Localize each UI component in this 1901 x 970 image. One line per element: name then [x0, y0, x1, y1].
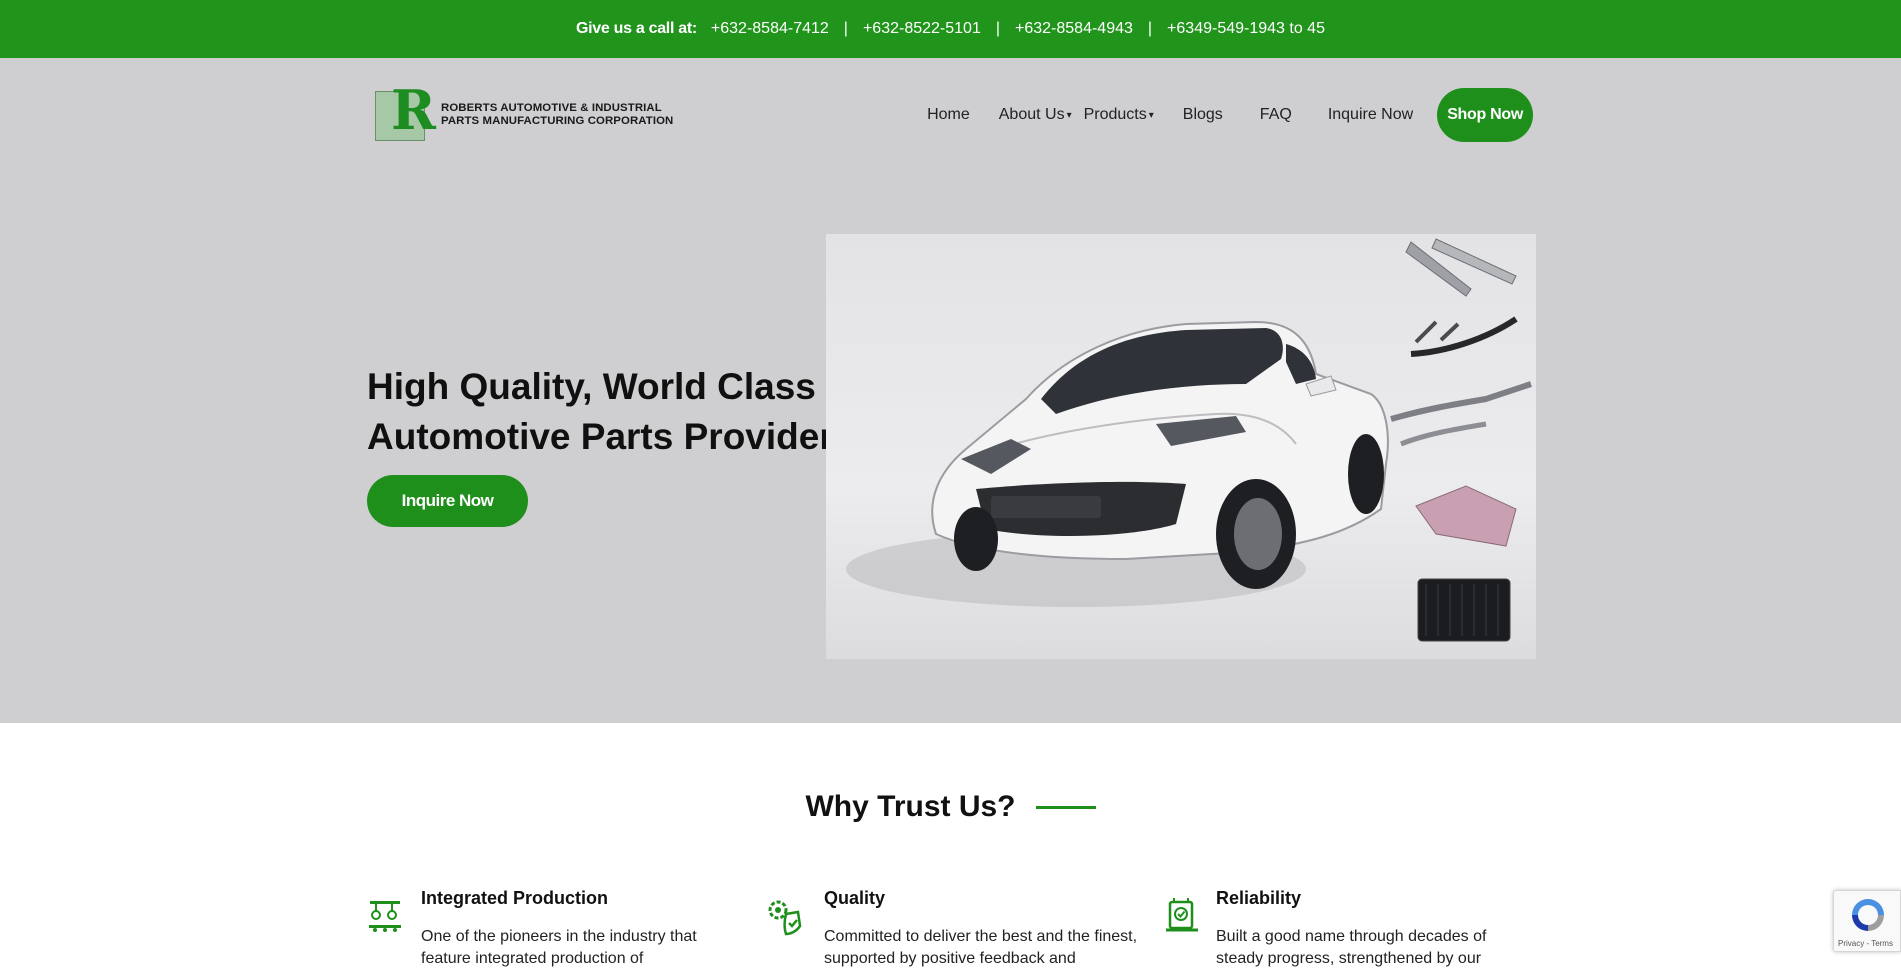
feature-text: Built a good name through decades of ste… [1216, 928, 1487, 967]
nav-products-label: Products [1083, 106, 1147, 123]
recaptcha-badge[interactable]: Privacy - Terms [1833, 890, 1901, 952]
recaptcha-icon [1852, 899, 1884, 931]
phone-link-3[interactable]: +632-8584-4943 [1015, 20, 1133, 38]
car-illustration-icon [846, 238, 1532, 642]
recaptcha-links[interactable]: Privacy - Terms [1838, 939, 1893, 948]
site-logo[interactable]: R ROBERTS AUTOMOTIVE & INDUSTRIAL PARTS … [375, 83, 680, 142]
nav-about-label: About Us [998, 106, 1065, 123]
production-line-icon [367, 898, 403, 934]
hero-inquire-button[interactable]: Inquire Now [367, 475, 528, 527]
chevron-down-icon: ▾ [1066, 109, 1072, 121]
nav-about-us[interactable]: About Us ▾ [999, 106, 1072, 124]
hero-car-parts-image [826, 234, 1536, 659]
section-title: Why Trust Us? [805, 790, 1016, 823]
phone-link-2[interactable]: +632-8522-5101 [863, 20, 981, 38]
top-contact-bar: Give us a call at: +632-8584-7412 | +632… [0, 0, 1901, 58]
nav-products[interactable]: Products ▾ [1084, 106, 1154, 124]
nav-faq[interactable]: FAQ [1260, 106, 1292, 124]
feature-title: Reliability [1216, 888, 1302, 908]
nav-inquire-label: Inquire Now [1327, 106, 1414, 123]
nav-home-label: Home [927, 106, 970, 123]
why-trust-us-heading: Why Trust Us? [0, 790, 1901, 824]
main-nav: Home About Us ▾ Products ▾ Blogs FAQ Inq… [927, 88, 1533, 142]
feature-title: Integrated Production [421, 888, 609, 908]
logo-text: ROBERTS AUTOMOTIVE & INDUSTRIAL PARTS MA… [441, 102, 673, 128]
nav-home[interactable]: Home [927, 106, 970, 124]
shop-now-button[interactable]: Shop Now [1437, 88, 1533, 142]
nav-blogs-label: Blogs [1182, 106, 1223, 123]
feature-text: One of the pioneers in the industry that… [421, 928, 697, 967]
call-label: Give us a call at: [576, 20, 697, 37]
reliability-certificate-icon [1164, 898, 1200, 934]
phone-link-4[interactable]: +6349-549-1943 to 45 [1167, 20, 1325, 38]
logo-line-2: PARTS MANUFACTURING CORPORATION [441, 115, 674, 127]
nav-faq-label: FAQ [1259, 106, 1292, 123]
separator: | [1147, 20, 1153, 37]
heading-divider [1035, 805, 1096, 809]
feature-text: Committed to deliver the best and the fi… [824, 928, 1138, 967]
chevron-down-icon: ▾ [1148, 109, 1154, 121]
quality-badge-icon [766, 898, 802, 936]
logo-line-1: ROBERTS AUTOMOTIVE & INDUSTRIAL [441, 102, 662, 114]
phone-link-1[interactable]: +632-8584-7412 [711, 20, 829, 38]
feature-title: Quality [824, 888, 886, 908]
separator: | [995, 20, 1000, 37]
logo-mark-icon: R [375, 83, 439, 141]
separator: | [843, 20, 848, 37]
logo-letter: R [391, 78, 436, 142]
nav-blogs[interactable]: Blogs [1183, 106, 1223, 124]
hero-title: High Quality, World Class Automotive Par… [367, 366, 834, 457]
nav-inquire-now[interactable]: Inquire Now [1328, 106, 1413, 124]
